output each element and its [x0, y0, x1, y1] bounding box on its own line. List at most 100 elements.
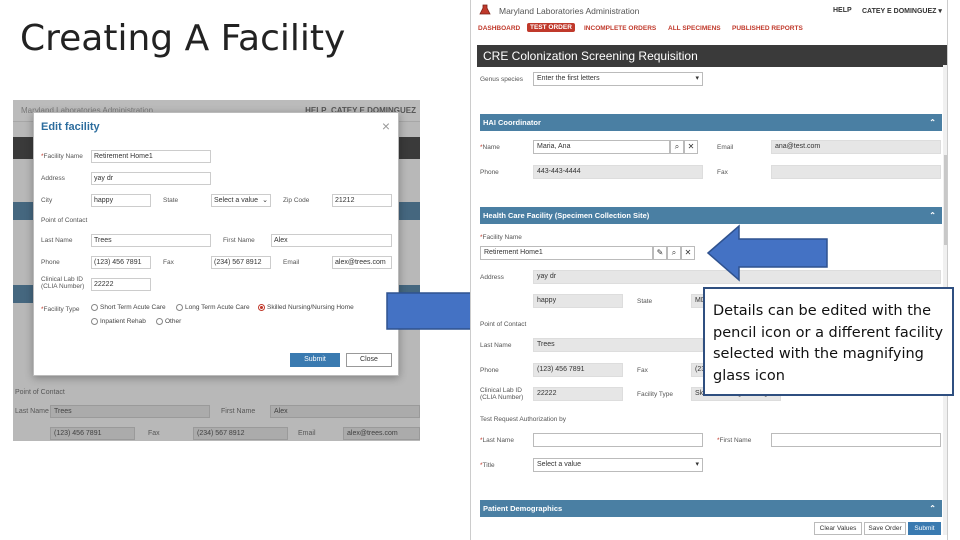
close-button[interactable]: Close: [346, 353, 392, 367]
search-icon[interactable]: ⌕: [667, 246, 681, 260]
main-nav: DASHBOARD TEST ORDER INCOMPLETE ORDERS A…: [471, 22, 947, 37]
city-input[interactable]: happy: [533, 294, 623, 308]
phone-label: Phone: [480, 367, 499, 374]
zip-input[interactable]: 21212: [332, 194, 392, 207]
radio-inpatient-rehab[interactable]: Inpatient Rehab: [91, 318, 146, 325]
left-arrow: [706, 224, 828, 282]
clear-icon[interactable]: ✕: [681, 246, 695, 260]
app-header: Maryland Laboratories Administration HEL…: [471, 0, 947, 20]
edit-facility-modal: Edit facility × *Facility Name Retiremen…: [33, 112, 399, 376]
modal-title: Edit facility: [41, 121, 100, 133]
fax-label: Fax: [163, 259, 174, 266]
facility-name-input[interactable]: Retirement Home1: [480, 246, 653, 260]
nav-test-order[interactable]: TEST ORDER: [527, 23, 575, 32]
hai-phone-label: Phone: [480, 169, 499, 176]
point-of-contact-label: Point of Contact: [41, 217, 88, 224]
radio-long-term[interactable]: Long Term Acute Care: [176, 304, 250, 311]
state-select[interactable]: Select a value ⌄: [211, 194, 271, 207]
hai-fax-label: Fax: [717, 169, 728, 176]
city-input[interactable]: happy: [91, 194, 151, 207]
radio-icon: [156, 318, 163, 325]
email-label: Email: [283, 259, 300, 266]
chevron-up-icon: ⌃: [929, 118, 936, 127]
flask-icon: [479, 4, 491, 15]
facility-name-input[interactable]: Retirement Home1: [91, 150, 211, 163]
clia-input[interactable]: 22222: [91, 278, 151, 291]
callout-text: Details can be edited with the pencil ic…: [703, 287, 954, 396]
title-select[interactable]: Select a value ▾: [533, 458, 703, 472]
help-link[interactable]: HELP: [833, 7, 852, 14]
email-input[interactable]: alex@trees.com: [332, 256, 392, 269]
address-label: Address: [480, 274, 504, 281]
authorization-label: Test Request Authorization by: [480, 416, 566, 423]
auth-first-name-input[interactable]: [771, 433, 941, 447]
patient-demographics-header[interactable]: Patient Demographics ⌃: [480, 500, 942, 517]
radio-icon: [91, 318, 98, 325]
nav-incomplete-orders[interactable]: INCOMPLETE ORDERS: [584, 25, 656, 32]
phone-input[interactable]: (123) 456 7891: [91, 256, 151, 269]
app-title: Maryland Laboratories Administration: [499, 6, 640, 16]
search-icon[interactable]: ⌕: [670, 140, 684, 154]
page-title: CRE Colonization Screening Requisition: [477, 45, 947, 67]
chevron-down-icon: ▾: [695, 461, 699, 468]
genus-select[interactable]: Enter the first letters ▾: [533, 72, 703, 86]
last-name-input[interactable]: Trees: [533, 338, 703, 352]
title-label: *Title: [480, 462, 495, 469]
nav-all-specimens[interactable]: ALL SPECIMENS: [668, 25, 721, 32]
phone-input[interactable]: (123) 456 7891: [533, 363, 623, 377]
user-menu[interactable]: CATEY E DOMINGUEZ ▾: [862, 7, 942, 15]
auth-first-name-label: *First Name: [717, 437, 752, 444]
auth-last-name-input[interactable]: [533, 433, 703, 447]
facility-name-label: *Facility Name: [480, 234, 522, 241]
fax-input[interactable]: (234) 567 8912: [211, 256, 271, 269]
state-label: State: [637, 298, 653, 305]
radio-icon: [91, 304, 98, 311]
nav-dashboard[interactable]: DASHBOARD: [478, 25, 520, 32]
last-name-label: Last Name: [41, 237, 73, 244]
radio-other[interactable]: Other: [156, 318, 181, 325]
radio-selected-icon: [258, 304, 265, 311]
hai-phone-input[interactable]: 443-443-4444: [533, 165, 703, 179]
zip-label: Zip Code: [283, 197, 310, 204]
city-label: City: [41, 197, 53, 204]
close-icon[interactable]: ×: [382, 118, 390, 134]
hai-email-label: Email: [717, 144, 734, 151]
clia-input[interactable]: 22222: [533, 387, 623, 401]
hai-name-input[interactable]: Maria, Ana: [533, 140, 670, 154]
nav-published-reports[interactable]: PUBLISHED REPORTS: [732, 25, 803, 32]
first-name-label: First Name: [223, 237, 255, 244]
submit-button[interactable]: Submit: [908, 522, 941, 535]
address-label: Address: [41, 175, 65, 182]
facility-type-label: *Facility Type: [41, 306, 80, 313]
hai-fax-input[interactable]: [771, 165, 941, 179]
first-name-input[interactable]: Alex: [271, 234, 392, 247]
chevron-down-icon: ▾: [695, 75, 699, 82]
health-care-facility-header[interactable]: Health Care Facility (Specimen Collectio…: [480, 207, 942, 224]
radio-skilled-nursing[interactable]: Skilled Nursing/Nursing Home: [258, 304, 354, 311]
radio-short-term[interactable]: Short Term Acute Care: [91, 304, 166, 311]
save-order-button[interactable]: Save Order: [864, 522, 906, 535]
radio-icon: [176, 304, 183, 311]
state-label: State: [163, 197, 179, 204]
pencil-icon[interactable]: ✎: [653, 246, 667, 260]
clia-label: Clinical Lab ID (CLIA Number): [480, 387, 524, 401]
slide-title: Creating A Facility: [20, 18, 346, 59]
fax-label: Fax: [637, 367, 648, 374]
submit-button[interactable]: Submit: [290, 353, 340, 367]
genus-label: Genus species: [480, 76, 523, 83]
chevron-up-icon: ⌃: [929, 211, 936, 220]
chevron-down-icon: ⌄: [262, 197, 268, 204]
hai-email-input[interactable]: ana@test.com: [771, 140, 941, 154]
clear-icon[interactable]: ✕: [684, 140, 698, 154]
last-name-input[interactable]: Trees: [91, 234, 211, 247]
scrollbar-thumb[interactable]: [944, 155, 947, 245]
auth-last-name-label: *Last Name: [480, 437, 514, 444]
point-of-contact-label: Point of Contact: [480, 321, 527, 328]
last-name-label: Last Name: [480, 342, 512, 349]
phone-label: Phone: [41, 259, 60, 266]
clia-label: Clinical Lab ID (CLIA Number): [41, 276, 85, 290]
hai-coordinator-header[interactable]: HAI Coordinator ⌃: [480, 114, 942, 131]
clear-values-button[interactable]: Clear Values: [814, 522, 862, 535]
address-input[interactable]: yay dr: [91, 172, 211, 185]
chevron-up-icon: ⌃: [929, 504, 936, 513]
